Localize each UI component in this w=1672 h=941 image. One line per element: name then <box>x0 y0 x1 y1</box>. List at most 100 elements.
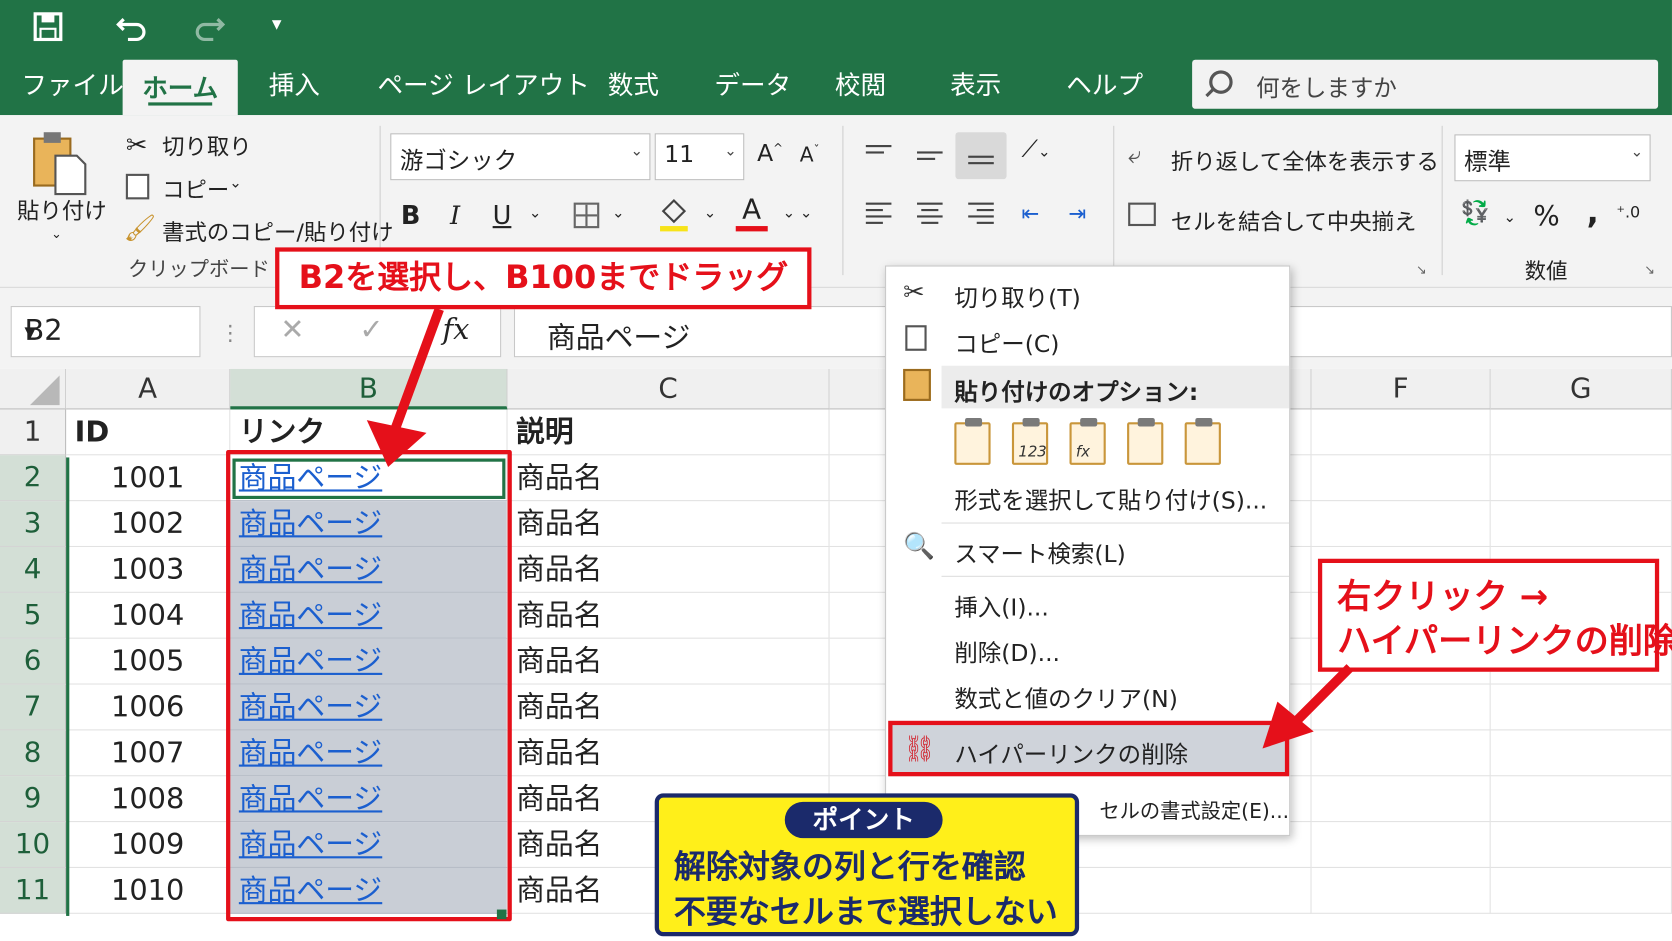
decrease-indent-icon[interactable]: ⇤ <box>1022 200 1040 226</box>
column-header-a[interactable]: A <box>66 368 231 410</box>
menu-item-copy[interactable]: コピー(C) <box>954 325 1059 359</box>
paste-label[interactable]: 貼り付け <box>17 194 107 226</box>
row-header[interactable]: 3 <box>0 501 67 548</box>
comma-button[interactable]: , <box>1587 194 1599 231</box>
wrap-text-button[interactable]: 折り返して全体を表示する <box>1171 145 1439 177</box>
empty-cell[interactable] <box>1311 409 1491 456</box>
id-cell[interactable]: 1002 <box>66 501 231 548</box>
desc-cell[interactable]: 商品名 <box>507 592 830 639</box>
font-size-select[interactable]: 11 ⌄ <box>654 133 745 181</box>
tab-view[interactable]: 表示 <box>950 64 1001 101</box>
menu-item-clear-contents[interactable]: 数式と値のクリア(N) <box>954 680 1178 714</box>
header-cell-desc[interactable]: 説明 <box>507 409 830 456</box>
row-header[interactable]: 1 <box>0 409 67 456</box>
number-format-select[interactable]: 標準 ⌄ <box>1454 134 1651 182</box>
empty-cell[interactable] <box>1490 822 1672 868</box>
increase-decimal-icon[interactable]: ⁺.0 <box>1617 203 1641 222</box>
increase-indent-icon[interactable]: ⇥ <box>1068 200 1086 226</box>
row-header[interactable]: 6 <box>0 638 67 685</box>
align-middle-icon[interactable] <box>917 147 943 164</box>
tab-review[interactable]: 校閲 <box>835 64 886 101</box>
column-header-c[interactable]: C <box>507 368 830 410</box>
id-cell[interactable]: 1008 <box>66 776 231 823</box>
empty-cell[interactable] <box>1490 776 1672 823</box>
desc-cell[interactable]: 商品名 <box>507 501 830 548</box>
format-painter-button[interactable]: 書式のコピー/貼り付け <box>162 215 393 247</box>
desc-cell[interactable]: 商品名 <box>507 730 830 777</box>
chevron-down-icon[interactable]: ⌄ ⌄ <box>783 205 813 222</box>
empty-cell[interactable] <box>1311 867 1491 914</box>
empty-cell[interactable] <box>1311 455 1491 502</box>
menu-item-paste-special[interactable]: 形式を選択して貼り付け(S)... <box>954 482 1267 516</box>
empty-cell[interactable] <box>1490 455 1672 502</box>
tab-formulas[interactable]: 数式 <box>608 64 659 101</box>
shrink-font-button[interactable]: Aˇ <box>800 143 820 167</box>
orientation-icon[interactable]: ⟋⌄ <box>1022 136 1051 163</box>
scissors-icon[interactable]: ✂ <box>126 130 147 160</box>
tab-page-layout[interactable]: ページ レイアウト <box>377 64 589 101</box>
align-right-icon[interactable] <box>968 198 994 228</box>
empty-cell[interactable] <box>1490 684 1672 731</box>
empty-cell[interactable] <box>1490 409 1672 456</box>
paste-values-icon[interactable]: 123 <box>1011 417 1049 465</box>
id-cell[interactable]: 1007 <box>66 730 231 777</box>
merge-center-button[interactable]: セルを結合して中央揃え <box>1171 205 1417 237</box>
id-cell[interactable]: 1003 <box>66 547 231 593</box>
merge-center-icon[interactable] <box>1128 202 1156 227</box>
tab-data[interactable]: データ <box>714 64 791 101</box>
tab-insert[interactable]: 挿入 <box>269 64 320 101</box>
desc-cell[interactable]: 商品名 <box>507 455 830 502</box>
empty-cell[interactable] <box>1311 776 1491 823</box>
format-painter-icon[interactable]: 🖌 <box>124 213 156 243</box>
tab-help[interactable]: ヘルプ <box>1066 64 1143 101</box>
id-cell[interactable]: 1005 <box>66 638 231 685</box>
menu-item-insert[interactable]: 挿入(I)... <box>954 589 1049 623</box>
fill-color-icon[interactable] <box>657 196 691 237</box>
font-family-select[interactable]: 游ゴシック ⌄ <box>390 133 651 181</box>
bold-button[interactable]: B <box>401 200 421 230</box>
italic-button[interactable]: I <box>450 200 460 230</box>
id-cell[interactable]: 1006 <box>66 684 231 731</box>
dialog-launcher-icon[interactable]: ↘ <box>1416 262 1427 277</box>
select-all-corner[interactable] <box>0 368 67 410</box>
paste-default-icon[interactable] <box>954 417 991 465</box>
desc-cell[interactable]: 商品名 <box>507 547 830 593</box>
grow-font-button[interactable]: A^ <box>757 141 783 168</box>
row-header[interactable]: 2 <box>0 455 67 502</box>
redo-icon[interactable] <box>192 11 226 50</box>
row-header[interactable]: 9 <box>0 776 67 823</box>
search-box[interactable]: 何をしますか <box>1192 59 1659 109</box>
empty-cell[interactable] <box>1490 501 1672 548</box>
align-left-icon[interactable] <box>865 198 892 228</box>
column-header-f[interactable]: F <box>1311 368 1491 410</box>
row-header[interactable]: 8 <box>0 730 67 777</box>
row-header[interactable]: 11 <box>0 867 67 914</box>
row-header[interactable]: 7 <box>0 684 67 731</box>
chevron-down-icon[interactable]: ⌄ <box>529 205 542 222</box>
menu-item-format-cells[interactable]: セルの書式設定(E)... <box>1099 795 1289 824</box>
row-header[interactable]: 4 <box>0 547 67 593</box>
tab-home[interactable]: ホーム <box>122 59 238 116</box>
id-cell[interactable]: 1010 <box>66 867 231 914</box>
cancel-icon[interactable]: ✕ <box>280 313 304 346</box>
paste-link-icon[interactable] <box>1184 417 1221 465</box>
tab-file[interactable]: ファイル <box>21 64 123 101</box>
align-top-icon[interactable] <box>865 141 892 158</box>
name-box[interactable]: B2 ▼ <box>10 306 201 358</box>
wrap-text-icon[interactable]: ⤶ <box>1128 143 1141 170</box>
header-cell-id[interactable]: ID <box>66 409 231 456</box>
menu-item-delete[interactable]: 削除(D)... <box>954 634 1060 668</box>
paste-picture-icon[interactable] <box>1127 417 1164 465</box>
borders-icon[interactable] <box>573 202 600 229</box>
id-cell[interactable]: 1001 <box>66 455 231 502</box>
desc-cell[interactable]: 商品名 <box>507 684 830 731</box>
empty-cell[interactable] <box>1311 501 1491 548</box>
empty-cell[interactable] <box>1311 822 1491 868</box>
cut-button[interactable]: 切り取り <box>162 130 252 162</box>
paste-icon[interactable] <box>30 130 90 203</box>
fill-handle[interactable] <box>496 909 507 920</box>
font-color-button[interactable]: A <box>742 194 761 226</box>
copy-icon[interactable] <box>125 173 150 200</box>
empty-cell[interactable] <box>1490 867 1672 914</box>
dialog-launcher-icon[interactable]: ↘ <box>1644 262 1655 277</box>
